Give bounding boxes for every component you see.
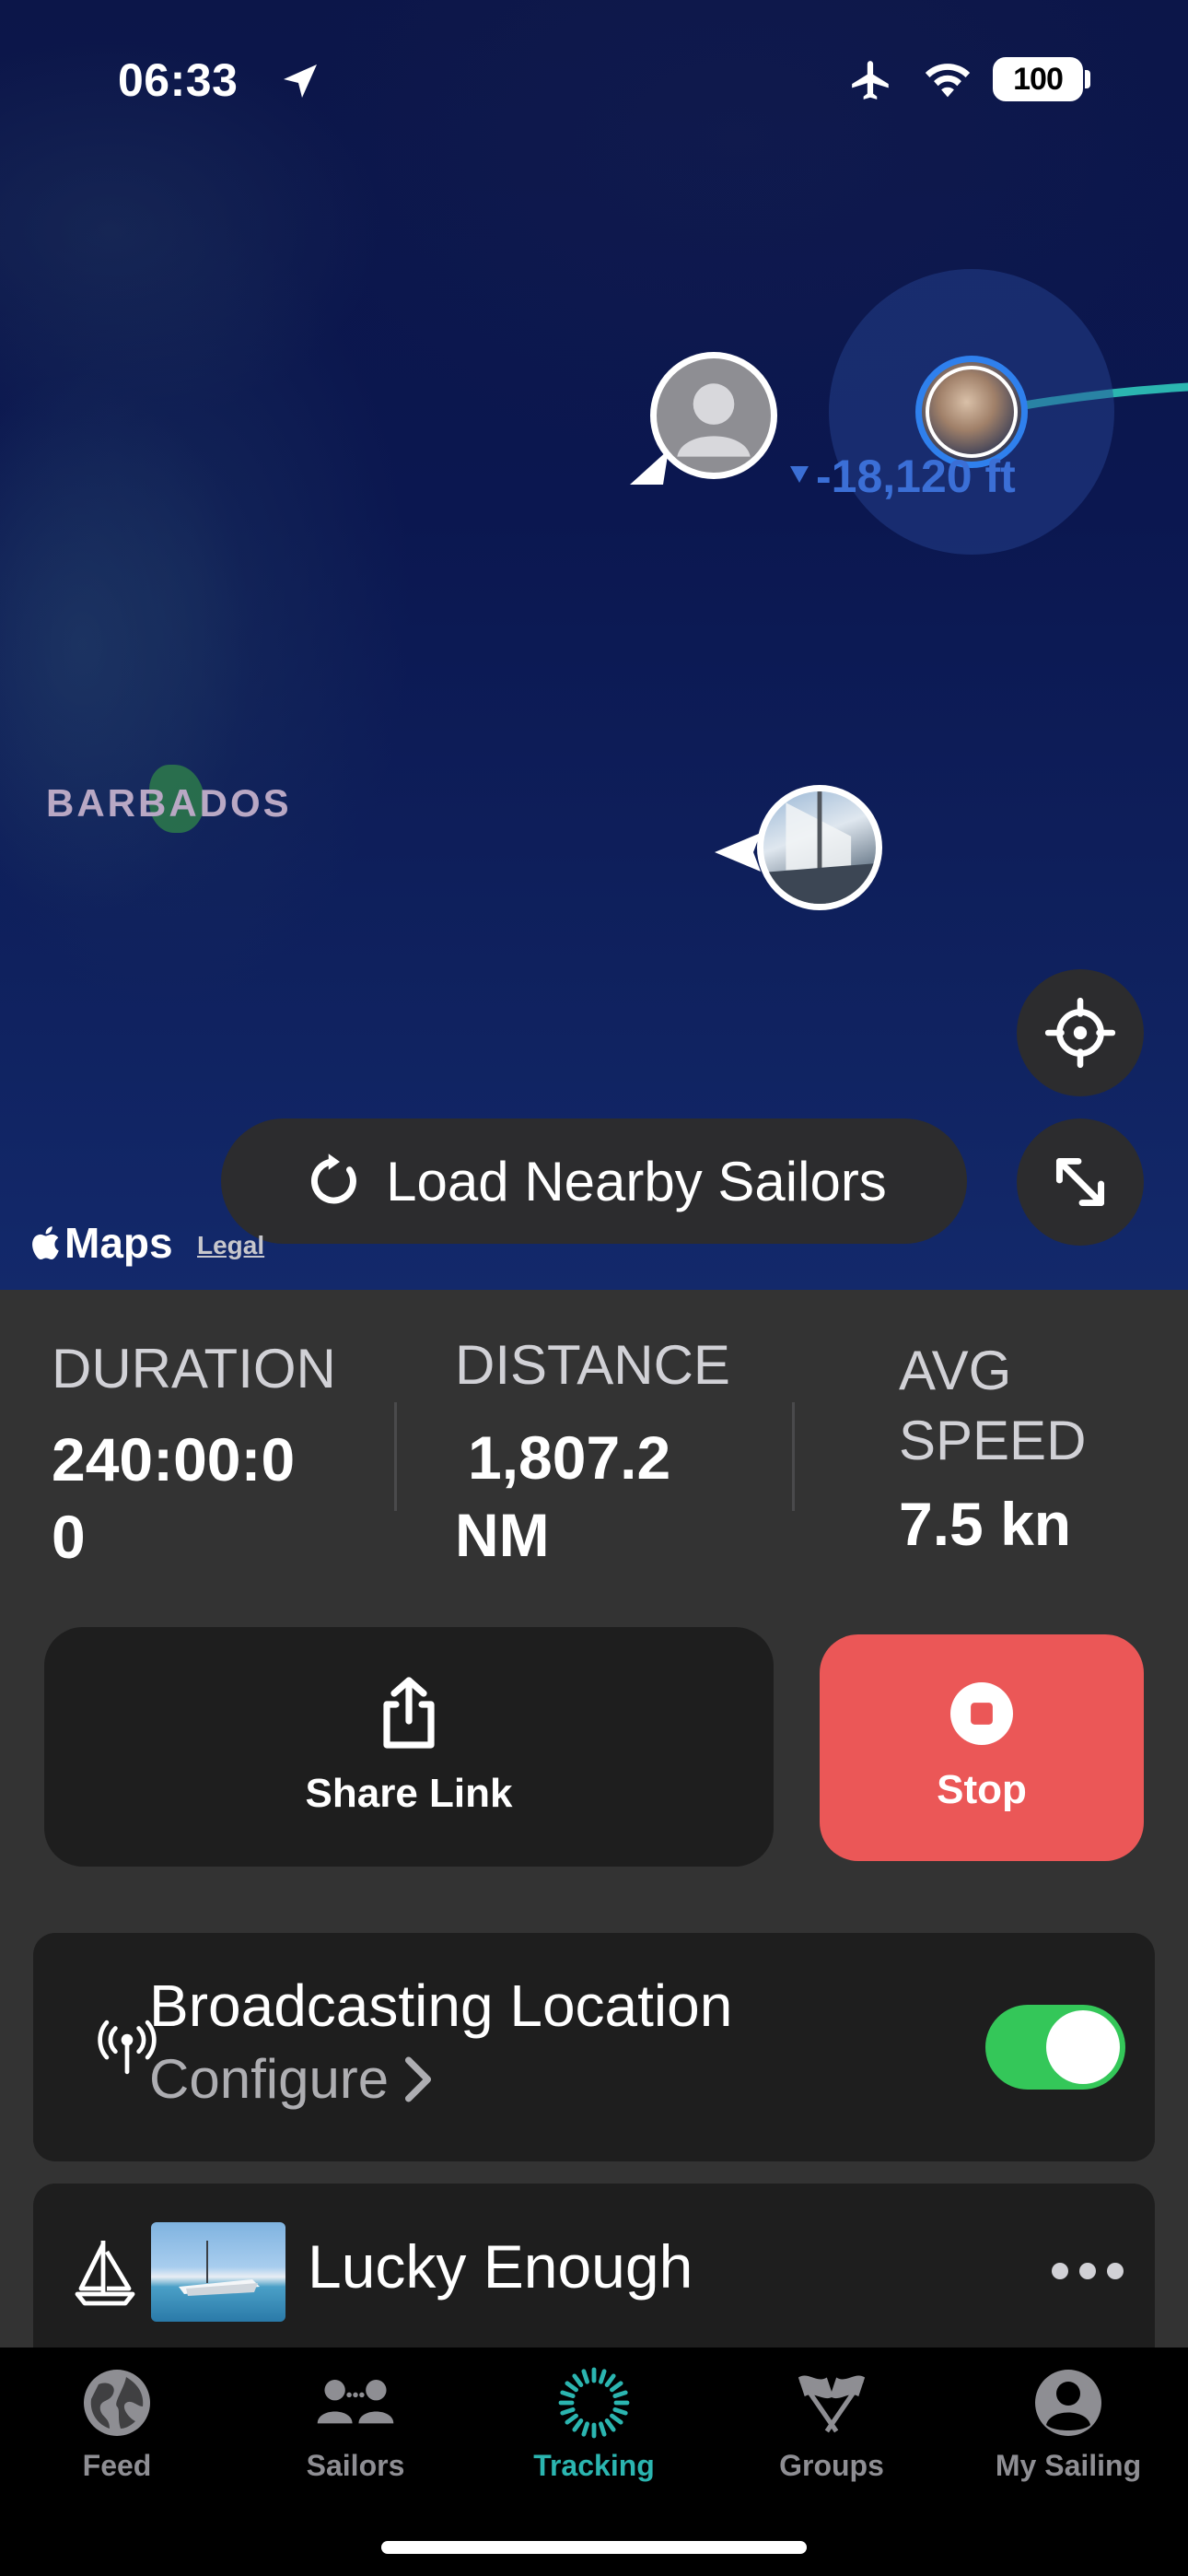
battery-tip xyxy=(1085,70,1090,88)
configure-label: Configure xyxy=(149,2048,390,2110)
distance-value-line1: 1,807.2 xyxy=(468,1423,671,1492)
maps-brand-text: Maps xyxy=(64,1219,173,1267)
tab-my-sailing[interactable]: My Sailing xyxy=(962,2366,1174,2495)
broadcast-location-card: Broadcasting Location Configure xyxy=(33,1933,1155,2161)
chevron-right-icon xyxy=(405,2056,432,2102)
sailor-pin-generic[interactable] xyxy=(650,352,777,479)
antenna-icon xyxy=(98,2020,157,2075)
tracking-ring-tick xyxy=(599,2421,607,2437)
boat-photo xyxy=(151,2222,285,2322)
stat-avg-speed: AVG SPEED 7.5 kn xyxy=(899,1336,1138,1563)
home-indicator xyxy=(381,2541,807,2554)
distance-value-line2: NM xyxy=(455,1501,550,1569)
avg-speed-value: 7.5 kn xyxy=(899,1490,1072,1558)
location-arrow-icon xyxy=(284,64,317,98)
duration-value-line1: 240:00:0 xyxy=(52,1425,296,1493)
island-label: BARBADOS xyxy=(46,781,292,825)
stop-label: Stop xyxy=(937,1767,1027,1812)
tracking-ring-tick xyxy=(610,2413,623,2425)
boat-photo-thumbnail xyxy=(763,791,876,904)
avg-speed-label-line1: AVG xyxy=(899,1340,1012,1401)
duration-label: DURATION xyxy=(52,1338,336,1399)
tracking-ring-tick xyxy=(581,2421,589,2437)
tracking-ring-tick xyxy=(560,2390,576,2398)
apple-maps-logo: Maps xyxy=(28,1218,173,1268)
avatar-ring xyxy=(926,366,1018,458)
altitude-label: -18,120 ft xyxy=(816,451,1016,502)
tracking-ring-tick xyxy=(572,2373,584,2387)
stat-divider xyxy=(792,1402,795,1511)
tab-label: Feed xyxy=(82,2449,152,2482)
broadcast-toggle[interactable] xyxy=(985,2005,1125,2090)
refresh-icon xyxy=(311,1153,357,1204)
status-time: 06:33 xyxy=(118,54,239,106)
distance-label: DISTANCE xyxy=(455,1334,730,1396)
battery-level: 100 xyxy=(1013,61,1064,97)
stop-circle-icon xyxy=(950,1682,1013,1745)
tracking-ring-tick xyxy=(604,2418,616,2432)
load-nearby-sailors-button[interactable]: Load Nearby Sailors xyxy=(221,1118,967,1244)
people-icon xyxy=(317,2380,394,2424)
airplane-icon xyxy=(852,61,889,100)
recenter-button[interactable] xyxy=(1017,969,1144,1096)
altitude-triangle-icon xyxy=(790,466,809,483)
flags-icon xyxy=(798,2375,866,2433)
duration-value-line2: 0 xyxy=(52,1503,86,1571)
tab-label: My Sailing xyxy=(995,2449,1142,2482)
status-bar: 06:33 100 xyxy=(0,0,1188,157)
crosshair-icon xyxy=(1044,997,1116,1069)
globe-icon xyxy=(84,2370,150,2436)
person-circle-icon xyxy=(1035,2370,1101,2436)
tab-label: Sailors xyxy=(306,2449,405,2482)
sailor-pin-boat[interactable] xyxy=(757,785,882,910)
tab-sailors[interactable]: Sailors xyxy=(250,2366,461,2495)
tab-label: Groups xyxy=(779,2449,884,2482)
map-view[interactable]: 06:33 100 -18,120 ft BARBADOS Load Nearb… xyxy=(0,0,1188,1290)
boat-name: Lucky Enough xyxy=(308,2232,693,2301)
expand-map-button[interactable] xyxy=(1017,1118,1144,1246)
wifi-icon xyxy=(925,64,971,98)
stat-duration: DURATION 240:00:0 0 xyxy=(52,1334,355,1575)
share-icon xyxy=(383,1677,435,1749)
tracking-ring-tick xyxy=(612,2390,628,2398)
tracking-ring-tick xyxy=(581,2369,589,2384)
sailboat-icon xyxy=(75,2241,135,2306)
avg-speed-label-line2: SPEED xyxy=(899,1410,1087,1471)
tracking-ring-tick xyxy=(604,2373,616,2387)
stop-tracking-button[interactable]: Stop xyxy=(820,1634,1144,1861)
tab-groups[interactable]: Groups xyxy=(726,2366,938,2495)
load-nearby-sailors-label: Load Nearby Sailors xyxy=(386,1150,887,1212)
tracking-ring-icon xyxy=(558,2367,630,2439)
boat-card[interactable]: Lucky Enough xyxy=(33,2184,1155,2349)
map-shading xyxy=(0,129,645,1290)
battery-icon: 100 xyxy=(993,57,1083,101)
tab-tracking[interactable]: Tracking xyxy=(488,2366,700,2495)
legal-link[interactable]: Legal xyxy=(197,1231,264,1260)
stat-distance: DISTANCE 1,807.2 NM xyxy=(455,1330,750,1574)
broadcast-title: Broadcasting Location xyxy=(149,1973,733,2039)
tracking-ring-tick xyxy=(572,2418,584,2432)
share-link-label: Share Link xyxy=(305,1771,513,1816)
tab-feed[interactable]: Feed xyxy=(11,2366,223,2495)
apple-logo-icon xyxy=(32,1226,59,1260)
share-link-button[interactable]: Share Link xyxy=(44,1627,774,1867)
tracking-ring-tick xyxy=(565,2413,578,2425)
tab-label: Tracking xyxy=(533,2449,655,2482)
stat-divider xyxy=(394,1402,397,1511)
tracking-ring-tick xyxy=(610,2381,623,2393)
expand-arrows-icon xyxy=(1055,1157,1105,1207)
person-placeholder-icon xyxy=(677,383,751,457)
boat-photo-image xyxy=(179,2241,260,2296)
tracking-ring-tick xyxy=(560,2407,576,2416)
trip-stats: DURATION 240:00:0 0 DISTANCE 1,807.2 NM … xyxy=(0,1290,1188,1594)
toggle-knob xyxy=(1046,2010,1120,2084)
more-options-icon[interactable] xyxy=(1050,2261,1125,2281)
tracking-ring-tick xyxy=(599,2369,607,2384)
tracking-ring-tick xyxy=(565,2381,578,2393)
configure-link[interactable]: Configure xyxy=(149,2047,435,2111)
tracking-ring-tick xyxy=(612,2407,628,2416)
